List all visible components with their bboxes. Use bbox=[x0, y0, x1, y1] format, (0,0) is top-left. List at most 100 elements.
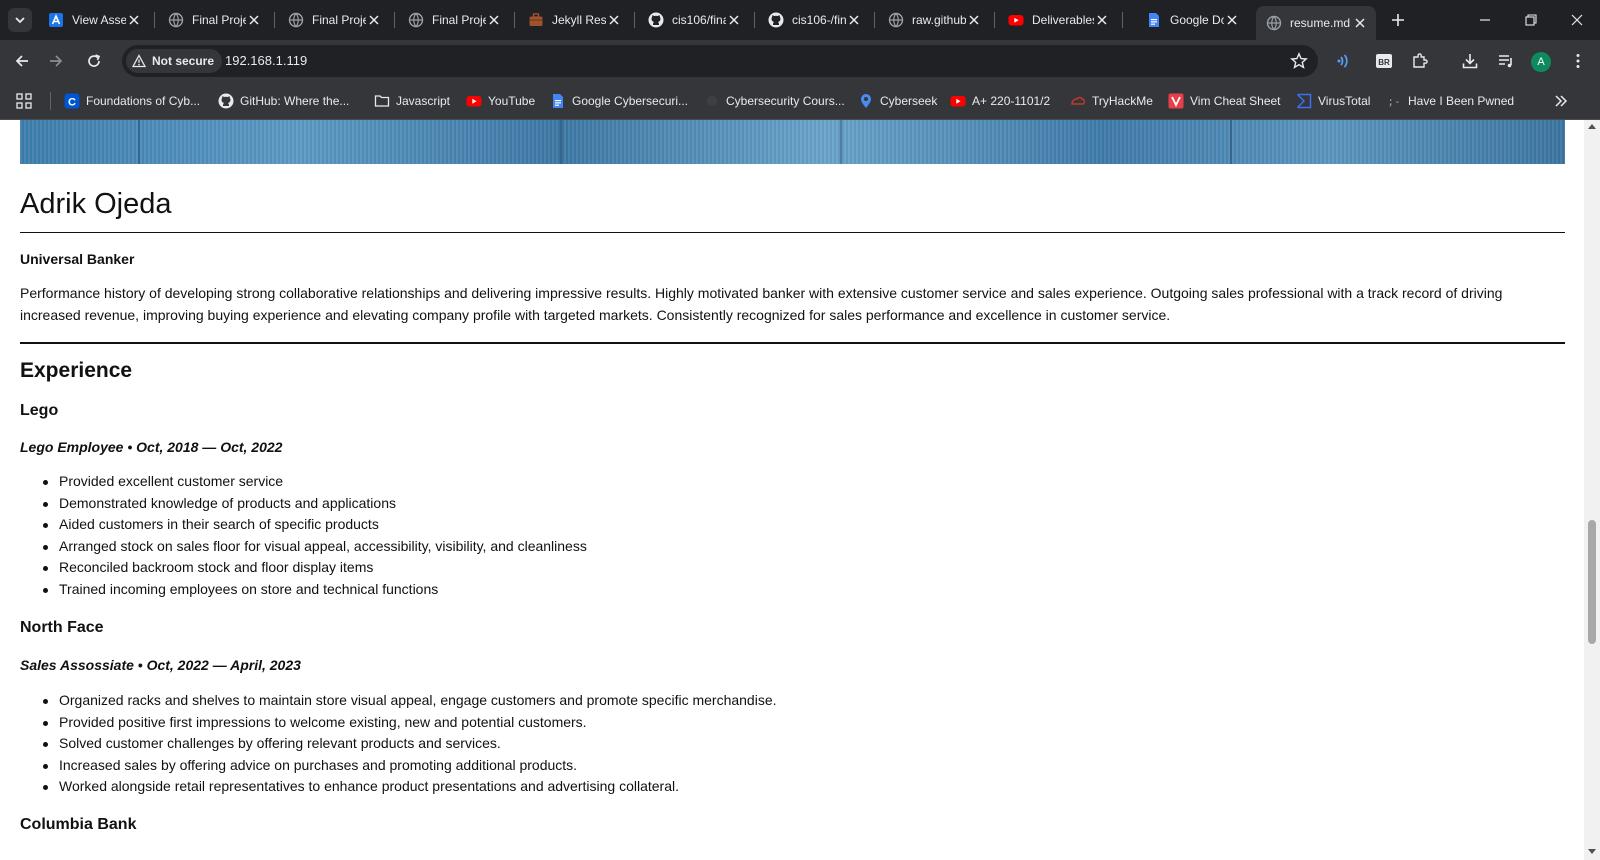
globe-icon bbox=[168, 12, 184, 28]
cast-media-icon[interactable] bbox=[1336, 51, 1356, 71]
bookmark-label: Have I Been Pwned bbox=[1408, 94, 1515, 108]
tab-deliverables[interactable]: Deliverables bbox=[998, 6, 1118, 34]
forward-button[interactable] bbox=[40, 45, 72, 77]
tab-view-assessments[interactable]: View Assessments bbox=[38, 6, 150, 34]
bookmark-label: Javascript bbox=[396, 94, 451, 108]
list-item: Arranged stock on sales floor for visual… bbox=[40, 536, 587, 558]
reload-button[interactable] bbox=[78, 45, 110, 77]
close-icon[interactable] bbox=[486, 12, 502, 28]
close-icon[interactable] bbox=[246, 12, 262, 28]
restore-button[interactable] bbox=[1508, 0, 1554, 40]
close-icon[interactable] bbox=[846, 12, 862, 28]
list-item: Organized racks and shelves to maintain … bbox=[40, 690, 777, 712]
bookmark-label: YouTube bbox=[488, 94, 536, 108]
close-window-button[interactable] bbox=[1554, 0, 1600, 40]
list-item: Increased sales by offering advice on pu… bbox=[40, 755, 777, 777]
tab-label: cis106/final bbox=[672, 13, 726, 27]
bookmark-cybersecurity-courses[interactable]: Cybersecurity Cours... bbox=[704, 90, 845, 112]
tab-github-cis106-final[interactable]: cis106/final bbox=[638, 6, 750, 34]
bookmark-label: VirusTotal bbox=[1318, 94, 1371, 108]
job-title: Universal Banker bbox=[20, 251, 135, 267]
tab-search-button[interactable] bbox=[8, 8, 32, 32]
extension-br-icon[interactable]: BR bbox=[1374, 51, 1394, 71]
address-bar[interactable]: Not secure 192.168.1.119 bbox=[122, 45, 1318, 77]
vim-icon bbox=[1168, 93, 1184, 109]
tab-resume-md[interactable]: resume.md bbox=[1256, 6, 1376, 40]
youtube-icon bbox=[1008, 12, 1024, 28]
list-item: Aided customers in their search of speci… bbox=[40, 514, 587, 536]
download-icon[interactable] bbox=[1460, 51, 1480, 71]
tab-raw-githubusercontent[interactable]: raw.githubusercontent bbox=[878, 6, 990, 34]
more-menu-icon[interactable] bbox=[1568, 51, 1588, 71]
bookmark-youtube[interactable]: YouTube bbox=[466, 90, 535, 112]
bookmark-foundations[interactable]: C Foundations of Cyb... bbox=[64, 90, 200, 112]
security-chip[interactable]: Not secure bbox=[126, 49, 223, 73]
tab-final-project-2[interactable]: Final Project bbox=[278, 6, 390, 34]
tab-label: View Assessments bbox=[72, 13, 126, 27]
minimize-button[interactable] bbox=[1462, 0, 1508, 40]
hibp-icon: ;- bbox=[1386, 93, 1402, 109]
scroll-up-arrow[interactable] bbox=[1588, 124, 1596, 129]
close-icon[interactable] bbox=[726, 12, 742, 28]
google-docs-icon bbox=[1146, 12, 1162, 28]
reload-icon bbox=[88, 54, 101, 67]
new-tab-button[interactable] bbox=[1386, 8, 1410, 32]
bookmark-cyberseek[interactable]: Cyberseek bbox=[858, 90, 937, 112]
close-icon[interactable] bbox=[126, 12, 142, 28]
tab-google-docs[interactable]: Google Docs bbox=[1136, 6, 1248, 34]
tab-final-project-1[interactable]: Final Project bbox=[158, 6, 270, 34]
close-icon[interactable] bbox=[1224, 12, 1240, 28]
bookmark-javascript-folder[interactable]: Javascript bbox=[374, 90, 450, 112]
tab-label: Final Project bbox=[312, 13, 366, 27]
list-item: Worked alongside retail representatives … bbox=[40, 776, 777, 798]
media-control-icon[interactable] bbox=[1496, 51, 1516, 71]
double-chevron-right-icon bbox=[1555, 95, 1568, 107]
url-text[interactable]: 192.168.1.119 bbox=[225, 53, 307, 68]
bookmark-github[interactable]: GitHub: Where the... bbox=[218, 90, 349, 112]
bookmark-virustotal[interactable]: VirusTotal bbox=[1296, 90, 1370, 112]
bookmarks-bar: C Foundations of Cyb... GitHub: Where th… bbox=[0, 82, 1600, 120]
tab-final-project-3[interactable]: Final Project bbox=[398, 6, 510, 34]
bookmark-have-i-been-pwned[interactable]: ;- Have I Been Pwned bbox=[1386, 90, 1514, 112]
minimize-icon bbox=[1480, 19, 1490, 21]
bookmark-tryhackme[interactable]: TryHackMe bbox=[1070, 90, 1153, 112]
bookmark-label: Vim Cheat Sheet bbox=[1190, 94, 1281, 108]
bookmark-google-cybersecurity[interactable]: Google Cybersecuri... bbox=[550, 90, 688, 112]
more-bookmarks-button[interactable] bbox=[1554, 90, 1568, 112]
page-content: Adrik Ojeda Universal Banker Performance… bbox=[0, 120, 1584, 860]
list-item: Solved customer challenges by offering r… bbox=[40, 733, 777, 755]
scroll-thumb[interactable] bbox=[1588, 520, 1596, 644]
close-icon[interactable] bbox=[1094, 12, 1110, 28]
scroll-down-arrow[interactable] bbox=[1588, 849, 1596, 854]
back-button[interactable] bbox=[6, 45, 38, 77]
close-icon[interactable] bbox=[1352, 15, 1368, 31]
plus-icon bbox=[1392, 14, 1404, 26]
close-icon[interactable] bbox=[606, 12, 622, 28]
tab-github-cis106-final-2[interactable]: cis106-/final bbox=[758, 6, 870, 34]
experience-heading: Experience bbox=[20, 359, 133, 382]
tab-jekyll-resume[interactable]: Jekyll Resume bbox=[518, 6, 630, 34]
folder-icon bbox=[374, 93, 390, 109]
vertical-scrollbar[interactable] bbox=[1584, 120, 1600, 860]
header-image bbox=[20, 120, 1565, 164]
tab-strip: View Assessments Final Project Final Pro… bbox=[0, 0, 1600, 40]
apps-button[interactable] bbox=[16, 90, 32, 112]
close-icon[interactable] bbox=[966, 12, 982, 28]
tab-label: Jekyll Resume bbox=[552, 13, 606, 27]
divider bbox=[20, 342, 1565, 344]
tab-label: Deliverables bbox=[1032, 13, 1094, 27]
bookmark-a-plus[interactable]: A+ 220-1101/2 bbox=[950, 90, 1050, 112]
arrow-right-icon bbox=[50, 55, 63, 67]
arrow-left-icon bbox=[15, 55, 28, 67]
briefcase-icon bbox=[528, 12, 544, 28]
youtube-icon bbox=[466, 93, 482, 109]
warning-icon bbox=[132, 54, 146, 68]
bookmark-label: Google Cybersecuri... bbox=[572, 94, 689, 108]
extensions-puzzle-icon[interactable] bbox=[1410, 51, 1430, 71]
bookmark-vim-cheat-sheet[interactable]: Vim Cheat Sheet bbox=[1168, 90, 1281, 112]
profile-avatar[interactable]: A bbox=[1531, 52, 1551, 72]
google-assessment-icon bbox=[48, 12, 64, 28]
close-icon[interactable] bbox=[366, 12, 382, 28]
divider bbox=[20, 232, 1565, 233]
star-icon[interactable] bbox=[1290, 52, 1308, 70]
